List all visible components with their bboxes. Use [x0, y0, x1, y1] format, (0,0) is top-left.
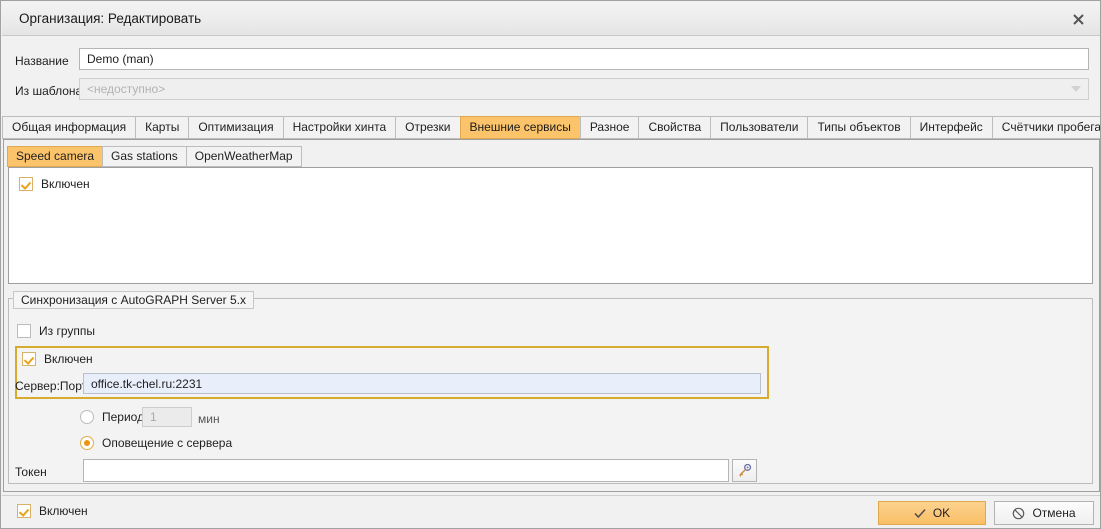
from-group-checkbox[interactable]: Из группы: [17, 324, 95, 338]
org-enabled-checkbox[interactable]: Включен: [17, 504, 88, 518]
sync-enabled-label: Включен: [44, 352, 93, 366]
service-enabled-label: Включен: [41, 177, 90, 191]
server-port-input[interactable]: [83, 373, 761, 394]
ok-button-label: OK: [932, 506, 951, 520]
server-notify-radio[interactable]: Оповещение с сервера: [80, 436, 232, 450]
close-button[interactable]: [1061, 6, 1095, 32]
main-tabs: Общая информация Карты Оптимизация Настр…: [2, 116, 1100, 139]
tab-polzovateli[interactable]: Пользователи: [710, 116, 808, 139]
sync-enabled-checkbox[interactable]: Включен: [22, 352, 93, 366]
radio-unselected-icon: [80, 410, 94, 424]
server-notify-label: Оповещение с сервера: [102, 436, 233, 450]
template-select[interactable]: [79, 78, 1089, 100]
tab-schetchiki-probega[interactable]: Счётчики пробега и моточасов: [991, 116, 1100, 139]
sync-groupbox-legend: Синхронизация с AutoGRAPH Server 5.x: [13, 291, 254, 309]
checkbox-checked-icon: [19, 177, 33, 191]
ban-icon: [1013, 507, 1025, 519]
tab-interfeys[interactable]: Интерфейс: [909, 116, 992, 139]
chevron-down-icon[interactable]: [1071, 86, 1081, 92]
radio-selected-icon: [80, 436, 94, 450]
name-label: Название: [15, 54, 69, 68]
tab-otrezki[interactable]: Отрезки: [395, 116, 460, 139]
organization-edit-dialog: Организация: Редактировать Название Из ш…: [0, 0, 1101, 529]
tab-optimizaciya[interactable]: Оптимизация: [188, 116, 283, 139]
generate-token-button[interactable]: [732, 459, 757, 482]
close-icon: [1072, 13, 1084, 25]
subtab-openweathermap[interactable]: OpenWeatherMap: [185, 146, 302, 167]
cancel-button-label: Отмена: [1032, 506, 1076, 520]
subtab-gas-stations[interactable]: Gas stations: [102, 146, 186, 167]
token-input[interactable]: [83, 459, 729, 482]
service-enabled-checkbox[interactable]: Включен: [19, 177, 90, 191]
period-radio[interactable]: Период: [80, 410, 144, 424]
tab-obshaya-informaciya[interactable]: Общая информация: [2, 116, 136, 139]
template-label: Из шаблона: [15, 84, 83, 98]
subtab-speed-camera[interactable]: Speed camera: [7, 146, 103, 167]
checkbox-unchecked-icon: [17, 324, 31, 338]
key-icon: [739, 463, 752, 477]
tab-karty[interactable]: Карты: [135, 116, 189, 139]
period-label: Период: [102, 410, 145, 424]
checkbox-checked-icon: [17, 504, 31, 518]
tab-raznoe[interactable]: Разное: [579, 116, 639, 139]
service-subtabs: Speed camera Gas stations OpenWeatherMap: [7, 146, 302, 167]
org-enabled-label: Включен: [39, 504, 88, 518]
checkbox-checked-icon: [22, 352, 36, 366]
check-icon: [914, 508, 926, 518]
name-input[interactable]: [79, 48, 1089, 70]
tab-tipy-obektov[interactable]: Типы объектов: [807, 116, 910, 139]
server-port-label: Сервер:Порт: [15, 379, 88, 393]
tab-vneshnie-servisy[interactable]: Внешние сервисы: [459, 116, 580, 139]
tab-nastroyki-hinta[interactable]: Настройки хинта: [282, 116, 396, 139]
token-label: Токен: [15, 465, 47, 479]
period-input[interactable]: [142, 407, 192, 427]
page-title: Организация: Редактировать: [19, 11, 202, 26]
period-unit-label: мин: [198, 412, 220, 426]
title-bar: Организация: Редактировать: [2, 2, 1100, 36]
cancel-button[interactable]: Отмена: [994, 501, 1094, 525]
tab-svoystva[interactable]: Свойства: [638, 116, 711, 139]
speed-camera-listbox[interactable]: Включен: [8, 167, 1093, 284]
ok-button[interactable]: OK: [878, 501, 986, 525]
from-group-label: Из группы: [39, 324, 95, 338]
